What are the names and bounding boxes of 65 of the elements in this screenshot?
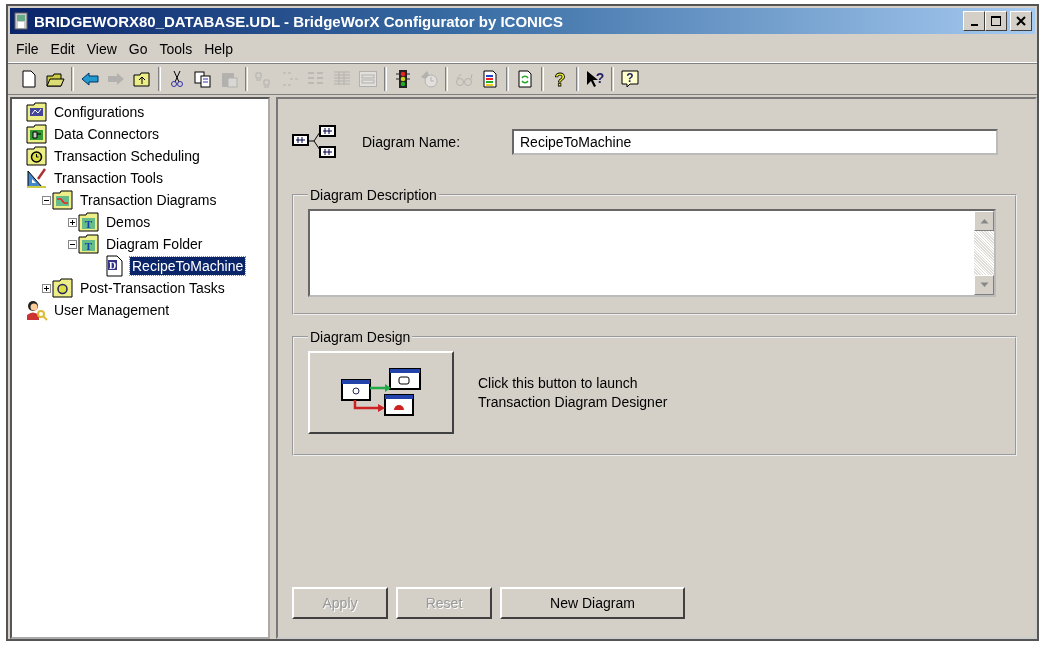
refresh-icon [515,69,535,89]
drafting-tools-icon [26,167,48,189]
help-glyph: ? [554,70,566,89]
expand-icon[interactable] [68,217,77,227]
tree-item[interactable]: Configurations [52,103,147,121]
collapse-icon[interactable] [42,195,51,205]
launch-designer-button[interactable] [308,351,454,434]
maximize-icon [991,16,1001,26]
form-view-icon [358,69,378,89]
tree-item[interactable]: Transaction Diagrams [78,191,219,209]
maximize-button[interactable] [985,11,1007,31]
copy-icon [193,69,213,89]
collapse-icon[interactable] [68,239,77,249]
menu-item[interactable]: View [80,41,123,57]
traffic-light-icon [393,69,413,89]
tree-item[interactable]: Transaction Tools [52,169,165,187]
minimize-button[interactable] [963,11,985,31]
design-hint-text: Click this button to launch Transaction Diagram Designer [478,373,669,412]
menu-item[interactable]: Tools [153,41,199,57]
description-field[interactable] [308,209,996,297]
tree-item[interactable]: User Management [52,301,172,319]
menu-item[interactable]: File [10,41,45,57]
icon-letter: T [84,218,93,230]
expand-icon[interactable] [42,283,51,293]
diagram-tables-icon [292,123,338,161]
tree-item[interactable]: Post-Transaction Tasks [78,279,227,297]
tree-item[interactable]: Data Connectors [52,125,162,143]
folder-icon [26,123,48,145]
push-button[interactable]: New Diagram [500,587,685,619]
menu-item[interactable]: Help [198,41,239,57]
report-icon [480,69,500,89]
tree-item[interactable]: Demos [104,213,153,231]
help-glyph: ? [626,71,634,85]
tree-item[interactable]: Diagram Folder [104,235,205,253]
icon-letter: T [84,240,93,252]
scroll-down-icon [979,282,989,288]
diagram-flow-icon [341,367,421,418]
left-arrow-icon [80,69,100,89]
window-title: BRIDGEWORX80_DATABASE.UDL - BridgeWorX Configurator by ICONICS [34,12,564,30]
toolbar-button[interactable]: ? [617,66,643,92]
folder-icon [26,145,48,167]
scrollbar[interactable] [974,211,994,295]
new-document-icon [19,69,39,89]
minimize-icon [970,24,978,26]
folder-icon [52,189,74,211]
folder-icon [52,277,74,299]
tree-item[interactable]: Transaction Scheduling [52,147,202,165]
tree-item[interactable]: RecipeToMachine [130,257,246,275]
menu-item[interactable]: Edit [44,41,81,57]
folder-icon [26,101,48,123]
scroll-up-icon [979,218,989,224]
clock-icon [419,69,439,89]
help-glyph: ? [595,70,605,86]
group-title: Diagram Design [309,329,412,345]
icon-letter: D [108,260,117,271]
toolbar-button[interactable]: ? [582,66,608,92]
app-icon [13,12,29,30]
group-title: Diagram Description [309,187,438,203]
diagram-name-label: Diagram Name: [362,134,462,150]
up-folder-icon [132,69,152,89]
close-button[interactable] [1010,11,1032,31]
menu-item[interactable]: Go [122,41,154,57]
diagram-name-field[interactable]: RecipeToMachine [512,129,998,155]
users-icon [26,299,48,321]
close-icon [1016,16,1026,26]
